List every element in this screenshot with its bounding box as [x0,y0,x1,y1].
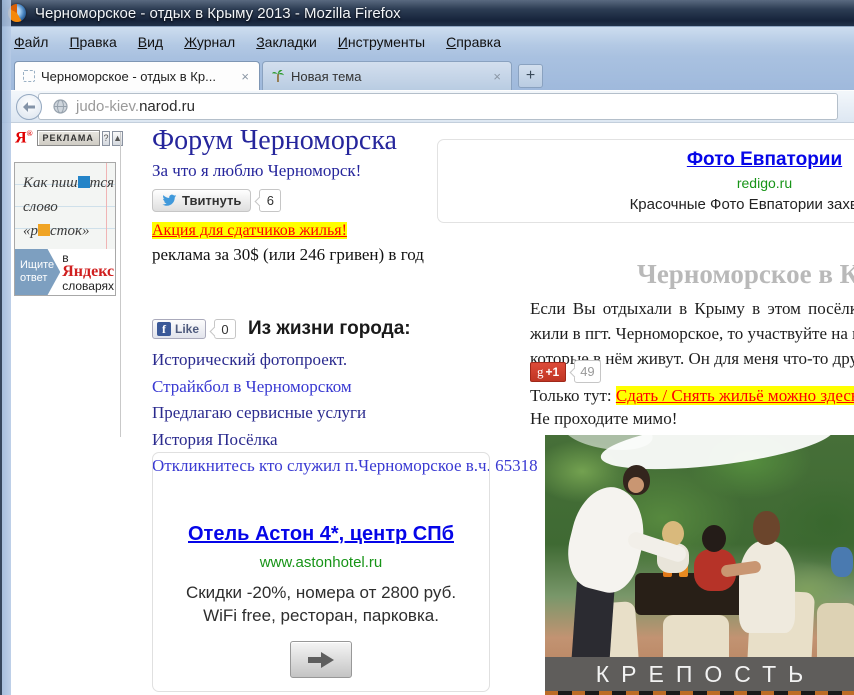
cafe-photo[interactable]: КРЕПОСТЬ [545,435,854,695]
window-border-blue [2,0,11,695]
hidden-letter-blue-square [78,176,90,188]
ad-collapse-button[interactable]: ▲ [112,131,123,146]
google-g-icon: g [537,364,544,380]
navigation-bar: judo-kiev. narod.ru [0,90,854,123]
google-plusone-button[interactable]: g +1 [530,362,566,382]
yandex-quiz-ad[interactable]: Как пиштся слово «рсток» Ищите ответ в Я… [14,162,116,296]
menu-item-file[interactable]: Файл [14,34,48,50]
link-history[interactable]: История Посёлка [152,427,532,454]
page-content: Я® РЕКЛАМА ? ▲ Как пиштся слово «рсток» … [11,124,854,695]
promo-subtext: реклама за 30$ (или 246 гривен) в год [152,245,532,265]
background-person [831,547,853,577]
woman-dark-head [702,525,726,552]
hotel-ad-description: Скидки -20%, номера от 2800 руб. WiFi fr… [153,581,489,627]
window-title: Черноморское - отдых в Крыму 2013 - Mozi… [35,5,401,22]
photo-ad-box: Фото Евпатории redigo.ru Красочные Фото … [437,139,854,223]
url-domain: narod.ru [139,98,195,115]
menu-item-edit[interactable]: Правка [69,34,116,50]
menu-item-bookmarks[interactable]: Закладки [256,34,317,50]
yandex-brand-text: в Яндекс словарях [60,251,115,293]
address-bar[interactable]: judo-kiev. narod.ru [38,93,838,120]
quiz-text: Как пиштся слово «рсток» [15,163,115,243]
globe-icon [53,99,68,114]
palm-favicon-icon [271,69,285,83]
yandex-ad-header: Я® РЕКЛАМА ? ▲ [15,128,123,148]
like-widget: f Like 0 Из жизни города: [152,318,532,340]
woman-white-dress [739,541,795,633]
clipped-text-strip [545,691,854,695]
tab-label: Черноморское - отдых в Кр... [41,69,233,84]
facebook-like-button[interactable]: f Like [152,319,206,339]
plusone-widget: g +1 49 [530,360,601,383]
hotel-ad-link[interactable]: Отель Астон 4*, центр СПб [153,523,489,546]
twitter-bird-icon [162,194,177,207]
menu-item-view[interactable]: Вид [138,34,163,50]
new-tab-button[interactable]: + [518,64,543,88]
menu-item-history[interactable]: Журнал [184,34,235,50]
menu-item-help[interactable]: Справка [446,34,501,50]
woman-brunette-head [753,511,780,545]
ad-frame-divider [120,132,121,437]
cta-arrow-shape: Ищите ответ [15,249,60,295]
tab-new-topic[interactable]: Новая тема × [262,61,512,90]
facebook-icon: f [157,322,171,336]
waiter-face [628,477,644,493]
hotel-ad-url: www.astonhotel.ru [153,554,489,571]
yandex-logo-icon: Я® [15,129,33,147]
photo-caption-band: КРЕПОСТЬ [545,657,854,691]
link-services[interactable]: Предлагаю сервисные услуги [152,400,532,427]
tab-label: Новая тема [291,69,485,84]
hotel-ad-box: Отель Астон 4*, центр СПб www.astonhotel… [152,452,490,692]
ad-help-button[interactable]: ? [102,131,110,146]
photo-ad-description: Красочные Фото Евпатории захватыва [438,196,854,213]
tweet-button[interactable]: Твитнуть [152,189,251,212]
tab-close-icon[interactable]: × [491,69,503,84]
yandex-cta-banner[interactable]: Ищите ответ в Яндекс словарях [15,249,115,295]
like-count: 0 [214,319,236,339]
rent-offer-link[interactable]: Сдать / Снять жильё можно здесь [616,386,854,405]
photo-caption: КРЕПОСТЬ [584,661,816,688]
menu-item-tools[interactable]: Инструменты [338,34,425,50]
link-photo-project[interactable]: Исторический фотопроект. [152,347,532,374]
back-button[interactable] [16,94,42,120]
hidden-letter-orange-square [38,224,50,236]
link-strikeball[interactable]: Страйкбол в Черноморском [152,374,532,401]
photo-ad-link[interactable]: Фото Евпатории [438,149,854,171]
watermark-heading: Черноморское в К [637,259,854,290]
ad-next-button[interactable] [290,641,352,678]
empty-favicon-icon [23,70,35,82]
window-titlebar: Черноморское - отдых в Крыму 2013 - Mozi… [0,0,854,26]
promo-link[interactable]: Акция для сдатчиков жилья! [152,222,347,239]
reklama-button[interactable]: РЕКЛАМА [37,130,100,146]
tab-chernomorskoe[interactable]: Черноморское - отдых в Кр... × [14,61,260,90]
tab-close-icon[interactable]: × [239,69,251,84]
tab-bar: Черноморское - отдых в Кр... × Новая тем… [0,57,854,90]
section-title: Из жизни города: [248,318,411,340]
plusone-count: 49 [574,360,600,383]
photo-ad-url: redigo.ru [438,175,854,191]
promo-line: Акция для сдатчиков жилья! [152,222,532,240]
outro-text: Не проходите мимо! [530,409,677,429]
url-subdomain: judo-kiev. [76,98,139,115]
yandex-wordmark: Яндекс [62,263,114,280]
rent-offer-line: Только тут: Сдать / Снять жильё можно зд… [530,386,854,406]
tweet-count: 6 [259,189,281,212]
menu-bar: Файл Правка Вид Журнал Закладки Инструме… [0,26,854,57]
back-arrow-icon [22,101,36,113]
right-arrow-icon [308,652,334,668]
